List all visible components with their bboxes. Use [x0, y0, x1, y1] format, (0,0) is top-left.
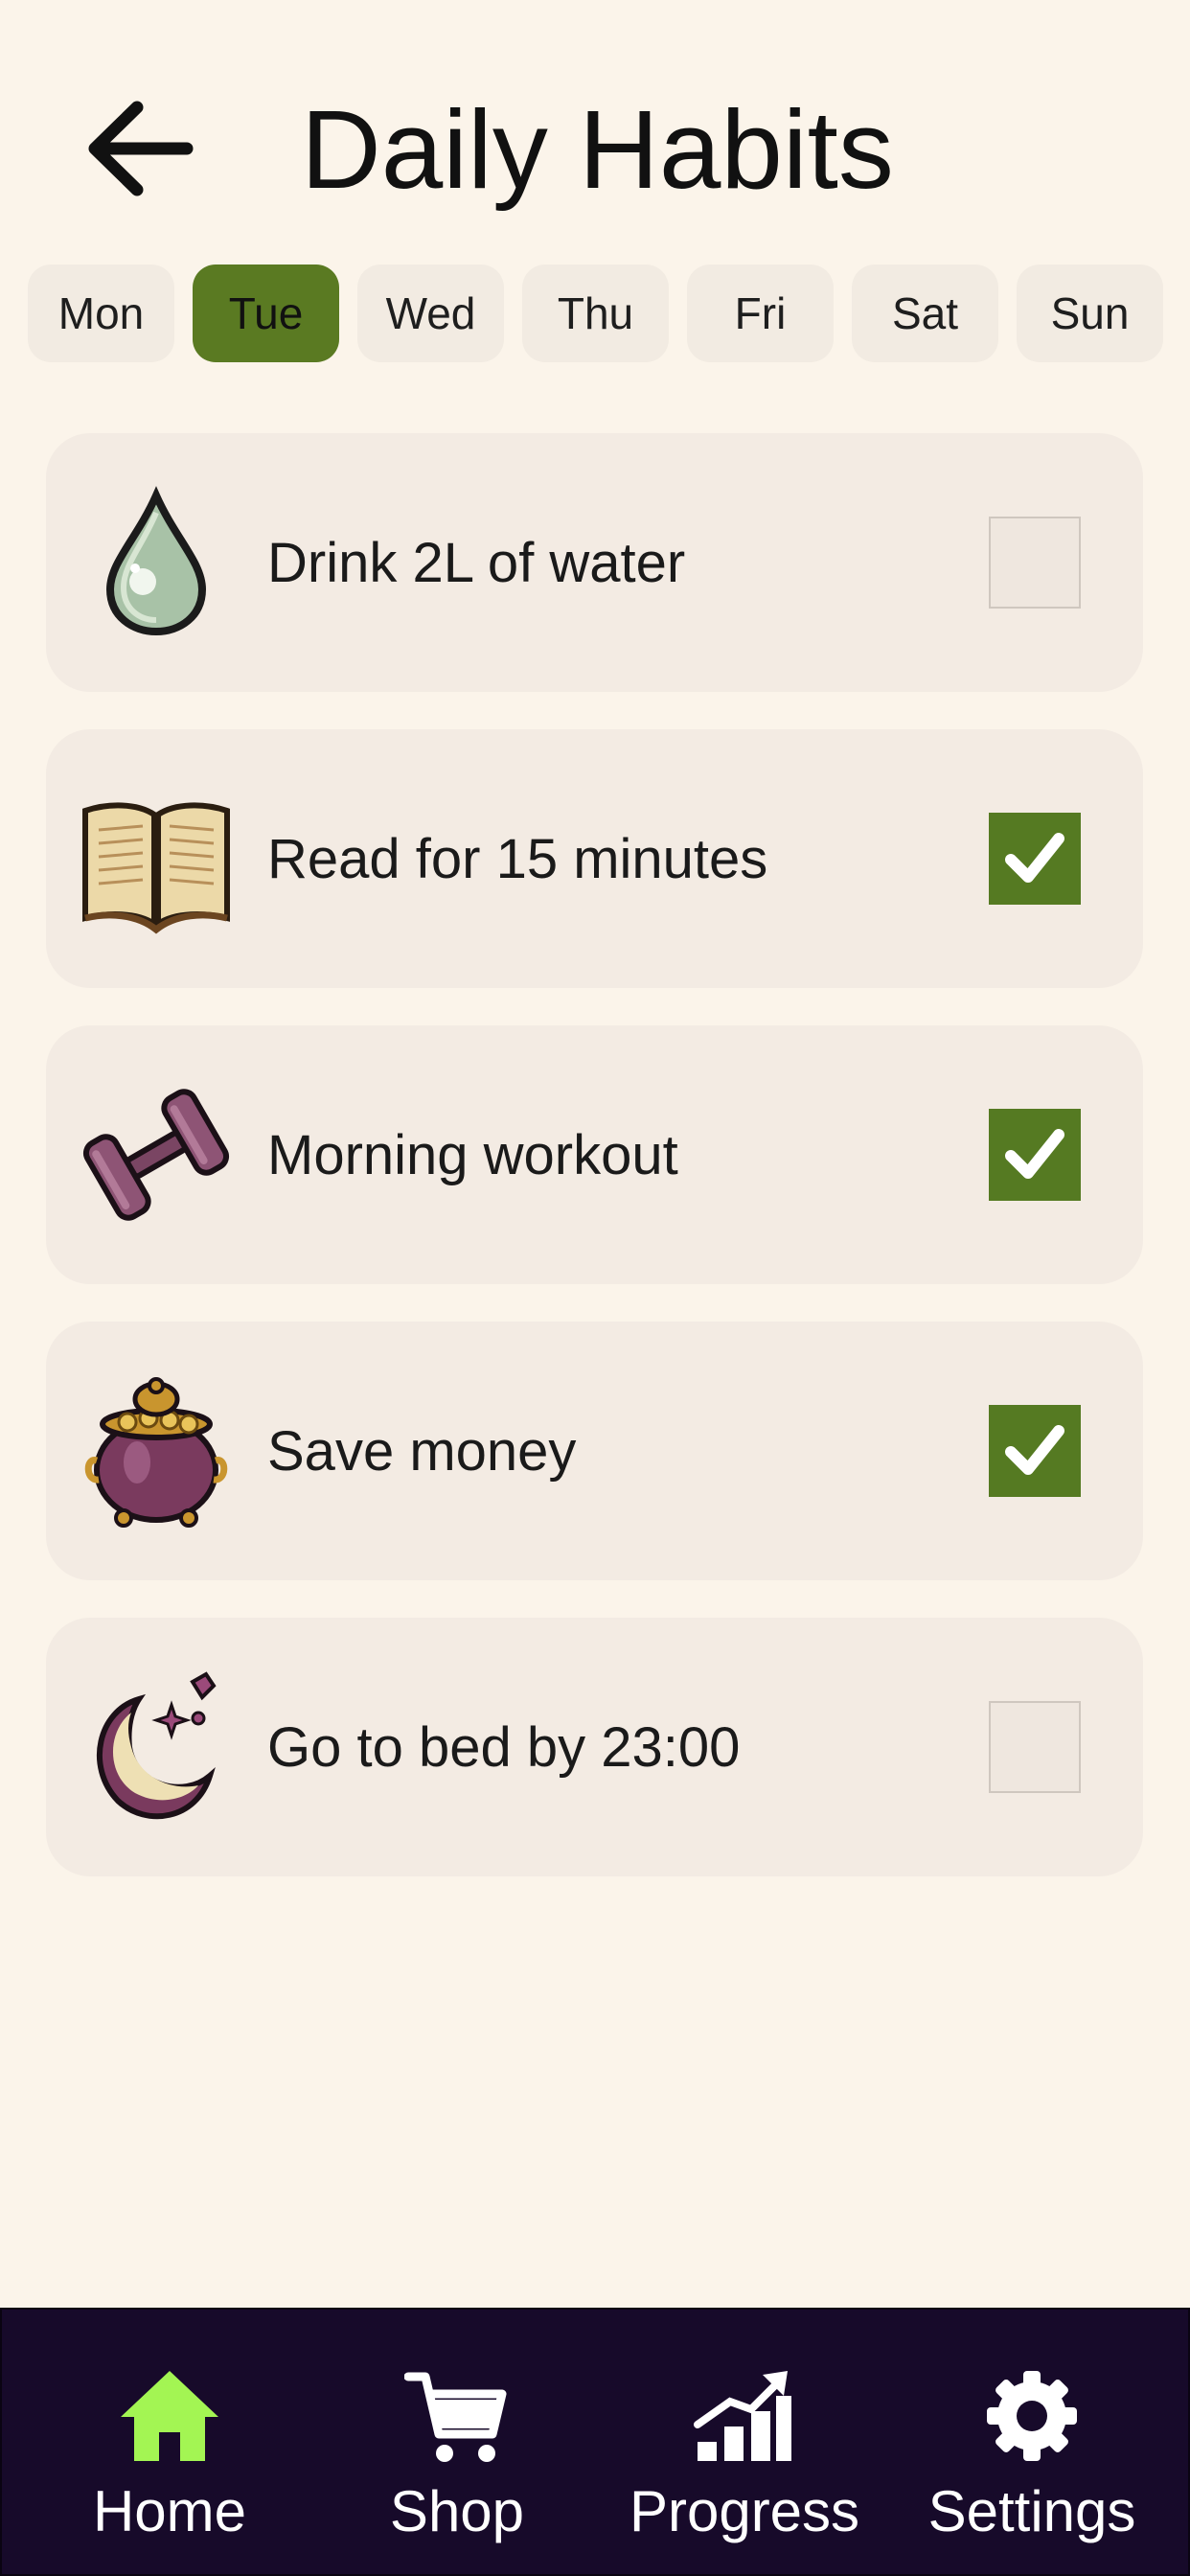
day-label: Tue — [228, 288, 304, 338]
habit-label: Read for 15 minutes — [267, 827, 768, 890]
cart-icon — [404, 2363, 510, 2469]
nav-label: Home — [92, 2479, 247, 2543]
day-tab-mon[interactable]: Mon — [28, 264, 174, 362]
check-icon — [1005, 833, 1064, 883]
day-label: Sun — [1050, 288, 1130, 338]
app-screen: Daily Habits Mon Tue Wed Thu Fri Sat Sun… — [0, 0, 1190, 2576]
back-arrow-icon — [88, 101, 194, 196]
nav-home[interactable]: Home — [69, 2310, 270, 2574]
open-book-icon — [80, 782, 233, 935]
nav-shop[interactable]: Shop — [356, 2310, 558, 2574]
day-label: Sat — [891, 288, 959, 338]
nav-label: Progress — [629, 2479, 860, 2543]
nav-label: Settings — [927, 2479, 1136, 2543]
habit-label: Save money — [267, 1419, 577, 1483]
home-icon — [117, 2363, 222, 2469]
chart-up-icon — [692, 2363, 797, 2469]
habit-checkbox[interactable] — [989, 1701, 1081, 1793]
habit-label: Drink 2L of water — [267, 531, 686, 594]
habit-checkbox[interactable] — [989, 517, 1081, 609]
habit-checkbox[interactable] — [989, 1405, 1081, 1497]
habit-checkbox[interactable] — [989, 1109, 1081, 1201]
habit-card-water[interactable]: Drink 2L of water — [46, 433, 1143, 692]
page-title: Daily Habits — [301, 87, 894, 212]
habit-card-bedtime[interactable]: Go to bed by 23:00 — [46, 1618, 1143, 1876]
day-tab-fri[interactable]: Fri — [687, 264, 834, 362]
gear-icon — [979, 2363, 1085, 2469]
habit-card-read[interactable]: Read for 15 minutes — [46, 729, 1143, 988]
nav-progress[interactable]: Progress — [615, 2310, 874, 2574]
habit-label: Morning workout — [267, 1123, 678, 1186]
water-drop-icon — [80, 486, 233, 639]
day-tab-thu[interactable]: Thu — [522, 264, 669, 362]
day-label: Wed — [385, 288, 476, 338]
back-button[interactable] — [77, 91, 201, 206]
day-tab-tue[interactable]: Tue — [193, 264, 339, 362]
day-selector: Mon Tue Wed Thu Fri Sat Sun — [28, 264, 1163, 364]
habit-label: Go to bed by 23:00 — [267, 1715, 741, 1779]
day-label: Fri — [734, 288, 787, 338]
check-icon — [1005, 1425, 1064, 1475]
check-icon — [1005, 1129, 1064, 1179]
dumbbell-icon — [80, 1078, 233, 1231]
habit-card-workout[interactable]: Morning workout — [46, 1025, 1143, 1284]
bottom-nav: Home Shop Progress Settings — [0, 2308, 1190, 2576]
day-label: Mon — [57, 288, 145, 338]
moon-icon — [80, 1670, 233, 1824]
day-label: Thu — [557, 288, 634, 338]
nav-label: Shop — [389, 2479, 525, 2543]
day-tab-wed[interactable]: Wed — [357, 264, 504, 362]
day-tab-sun[interactable]: Sun — [1017, 264, 1163, 362]
habit-checkbox[interactable] — [989, 813, 1081, 905]
day-tab-sat[interactable]: Sat — [852, 264, 998, 362]
nav-settings[interactable]: Settings — [912, 2310, 1152, 2574]
money-pot-icon — [80, 1374, 233, 1528]
habit-card-save-money[interactable]: Save money — [46, 1322, 1143, 1580]
header: Daily Habits — [0, 0, 1190, 259]
